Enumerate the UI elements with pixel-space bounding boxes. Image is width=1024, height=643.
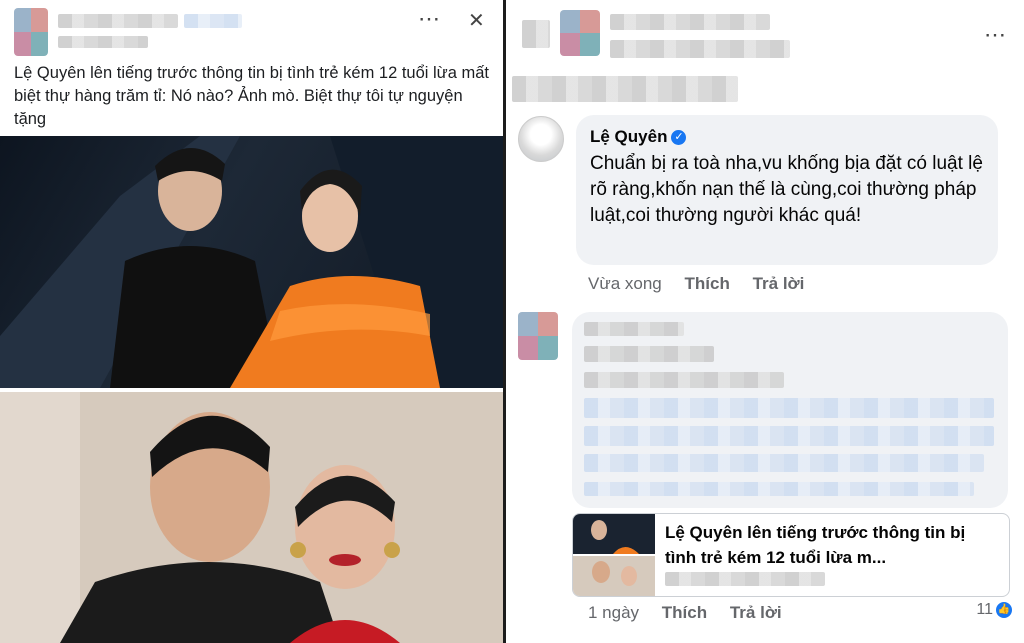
blurred-page-name [58, 14, 178, 28]
comment-actions-2: 1 ngày Thích Trả lời [588, 603, 800, 623]
blurred-text [512, 76, 738, 102]
reaction-count-value: 11 [976, 601, 993, 618]
comment-actions: Vừa xong Thích Trả lời [588, 274, 822, 294]
blurred-follow-link[interactable] [184, 14, 242, 28]
post-photo-1[interactable] [0, 136, 503, 388]
like-reaction-icon: 👍 [996, 601, 1012, 618]
blurred-post-meta [58, 36, 148, 48]
post-text: Lệ Quyên lên tiếng trước thông tin bị tì… [14, 64, 489, 128]
reaction-count[interactable]: 11 👍 [976, 601, 1012, 619]
comment-time[interactable]: Vừa xong [588, 274, 662, 293]
link-thumbnail [573, 514, 655, 596]
blurred-link[interactable] [584, 426, 994, 446]
couple-photo-portrait [0, 392, 503, 643]
like-button[interactable]: Thích [685, 274, 730, 293]
post-photo-2[interactable] [0, 392, 503, 643]
blurred-link-source [665, 572, 825, 586]
couple-photo-event [0, 136, 503, 388]
facebook-post-panel: ⋯ ✕ Lệ Quyên lên tiếng trước thông tin b… [0, 0, 503, 643]
blurred-link[interactable] [584, 482, 974, 496]
link-title: Lệ Quyên lên tiếng trước thông tin bị tì… [665, 523, 966, 567]
reply-button[interactable]: Trả lời [753, 274, 805, 293]
comment-time[interactable]: 1 ngày [588, 603, 639, 622]
more-options-icon[interactable]: ⋯ [418, 8, 440, 30]
blurred-text [584, 346, 714, 362]
commenter-avatar-top[interactable] [560, 10, 600, 56]
comment-text: Chuẩn bị ra toà nha,vu khống bịa đặt có … [590, 153, 983, 226]
blurred-link[interactable] [584, 398, 994, 418]
page-avatar[interactable] [14, 8, 48, 56]
comment-bubble-le-quyen: Lệ Quyên ✓ Chuẩn bị ra toà nha,vu khống b… [576, 115, 998, 265]
blurred-name [584, 322, 684, 336]
blurred-name [610, 14, 770, 30]
comment-bubble-blurred [572, 312, 1008, 508]
le-quyen-avatar[interactable] [518, 116, 564, 162]
like-button[interactable]: Thích [662, 603, 707, 622]
blurred-text [584, 372, 784, 388]
blurred-link[interactable] [584, 454, 984, 472]
verified-badge-icon: ✓ [671, 130, 687, 146]
blurred-element [522, 20, 550, 48]
blurred-text [610, 40, 790, 58]
comment-author[interactable]: Lệ Quyên [590, 127, 667, 146]
reply-button[interactable]: Trả lời [730, 603, 782, 622]
link-preview-card[interactable]: Lệ Quyên lên tiếng trước thông tin bị tì… [572, 513, 1010, 597]
close-icon[interactable]: ✕ [468, 10, 485, 32]
more-options-icon[interactable]: ⋯ [984, 24, 1006, 46]
commenter-avatar-2[interactable] [518, 312, 558, 360]
